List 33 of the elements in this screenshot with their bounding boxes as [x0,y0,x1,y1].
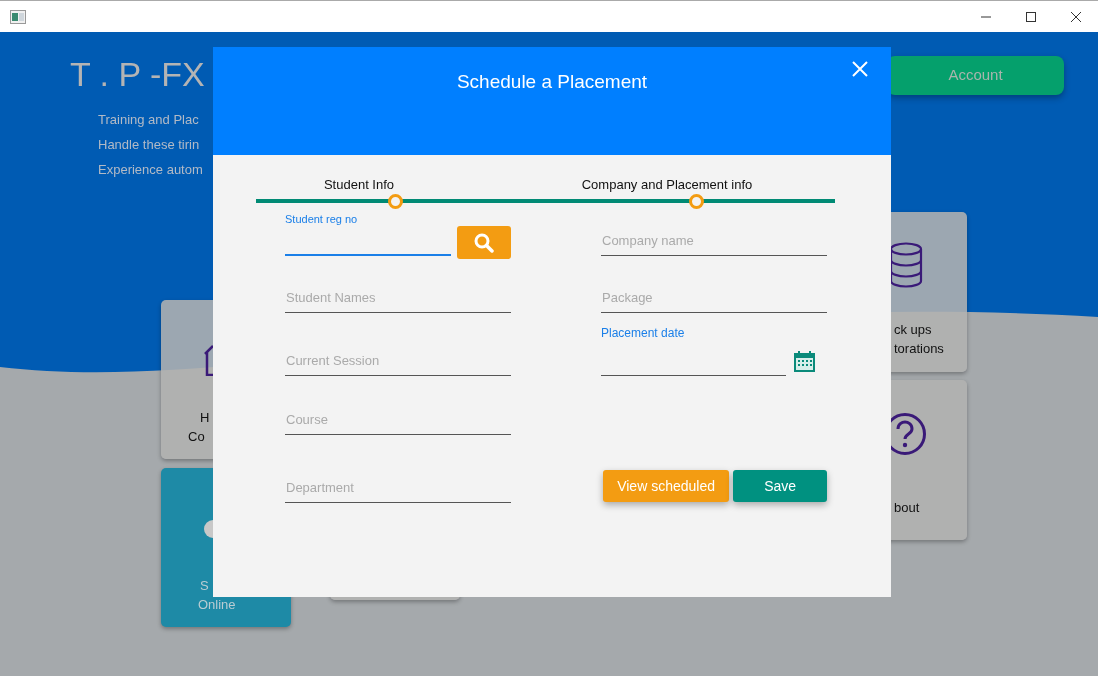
tile-label: H [200,409,210,427]
field-label: Placement date [601,326,686,340]
dialog-title: Schedule a Placement [455,70,649,94]
step-label: Company and Placement info [580,176,754,194]
tagline: Handle these tirin [98,136,201,154]
step-label: Student Info [322,176,396,194]
calendar-icon [794,351,815,372]
input-field[interactable]: Current Session [285,346,511,376]
input-field[interactable]: Course [285,405,511,435]
toggle-icon [204,520,213,538]
save-button[interactable]: Save [733,470,827,502]
app-title: T . P -FX [70,57,205,91]
step-marker [388,193,403,209]
tile-label: S [200,577,209,595]
close-icon[interactable] [851,60,869,78]
tile-label: Co [188,428,205,446]
step-marker [689,193,704,209]
tagline: Experience autom [98,161,204,179]
field-label: Student reg no [285,212,359,226]
input-field[interactable]: Company name [601,226,827,256]
app-icon [10,9,26,24]
search-icon [474,232,494,253]
tagline: Training and Plac [98,111,200,129]
input-field[interactable]: Package [601,283,827,313]
database-icon [889,242,923,288]
input-field[interactable]: Student Names [285,283,511,313]
input-field[interactable]: Department [285,473,511,503]
tile-label: ck ups [894,321,932,339]
tile-label: bout [894,499,920,517]
search-button[interactable] [457,226,511,259]
view-button[interactable]: View scheduled [603,470,730,502]
tile-label: torations [894,340,944,358]
tile-label: Online [198,596,236,614]
